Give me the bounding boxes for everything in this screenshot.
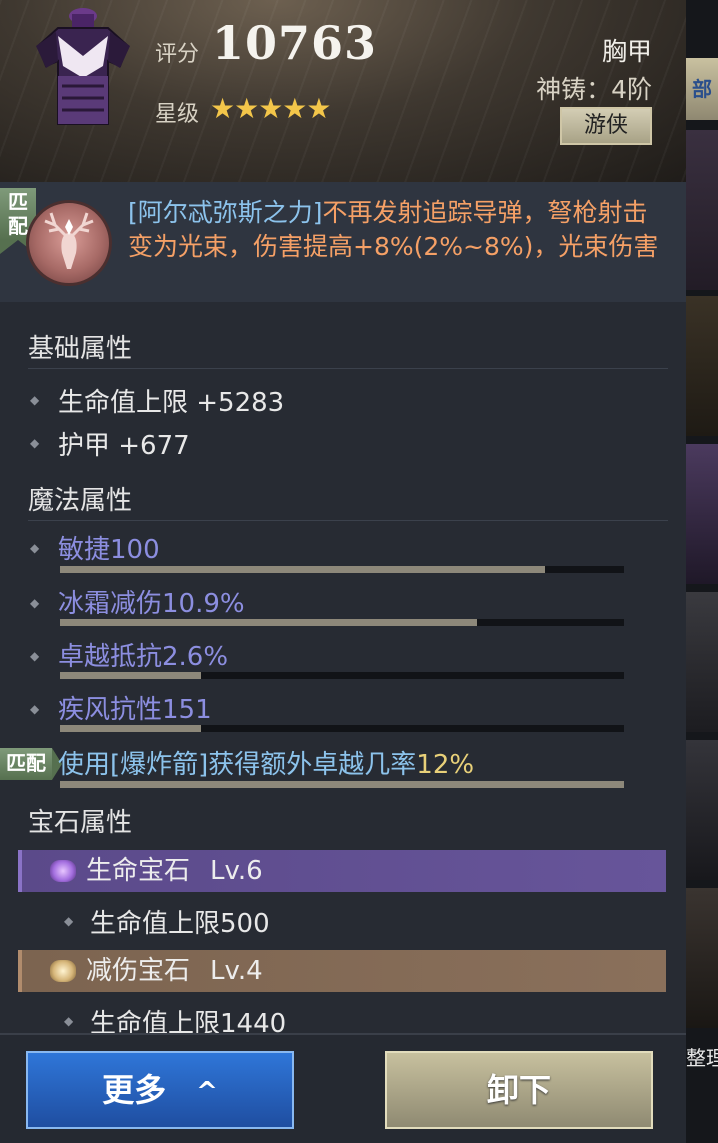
- attribute-roll-bar: [60, 725, 624, 732]
- class-badge-button[interactable]: 游侠: [560, 107, 652, 145]
- gem-attributes-title: 宝石属性: [28, 808, 133, 838]
- stag-emblem-icon: [26, 200, 112, 286]
- magic-attribute-frost-reduction: 冰霜减伤10.9%: [58, 589, 245, 619]
- base-attribute-hp: 生命值上限 +5283: [58, 388, 285, 418]
- gem-row-life[interactable]: 生命宝石 Lv.6: [18, 850, 666, 892]
- attribute-roll-fill: [60, 619, 478, 626]
- bullet-icon: ◆: [30, 436, 40, 450]
- score-label: 评分: [155, 42, 200, 67]
- inventory-slot[interactable]: [686, 130, 718, 290]
- gem-row-damage-reduction[interactable]: 减伤宝石 Lv.4: [18, 950, 666, 992]
- match-effect-bar: [60, 781, 624, 788]
- life-gem-icon: [50, 860, 76, 882]
- base-attribute-armor: 护甲 +677: [58, 431, 190, 461]
- magic-attributes-title: 魔法属性: [28, 486, 133, 516]
- attribute-roll-fill: [60, 725, 201, 732]
- attribute-roll-fill: [60, 566, 546, 573]
- bullet-icon: ◆: [30, 649, 40, 663]
- gem-name: 减伤宝石: [86, 956, 191, 986]
- stag-head-icon: [44, 212, 94, 269]
- gem-name: 生命宝石: [86, 856, 191, 886]
- bullet-icon: ◆: [30, 596, 40, 610]
- inventory-slot[interactable]: [686, 888, 718, 1028]
- chest-armor-icon: [36, 8, 130, 125]
- bullet-icon: ◆: [30, 393, 40, 407]
- base-attributes-title: 基础属性: [28, 334, 133, 364]
- inventory-slot[interactable]: [686, 296, 718, 436]
- forge-level: 神铸：4阶: [536, 75, 652, 104]
- attribute-roll-bar: [60, 619, 624, 626]
- divider: [28, 368, 668, 369]
- bullet-icon: ◆: [64, 914, 74, 928]
- unequip-button[interactable]: 卸下: [385, 1051, 653, 1129]
- match-tag: 匹配: [0, 748, 62, 780]
- set-bonus-text: [阿尔忒弥斯之力]不再发射追踪导弹，弩枪射击变为光束，伤害提高+8%(2%~8%…: [128, 196, 668, 264]
- set-name: [阿尔忒弥斯之力]: [128, 198, 323, 227]
- side-inventory-strip: 部 整理: [686, 0, 718, 1143]
- item-type: 胸甲: [601, 37, 652, 66]
- attribute-roll-bar: [60, 566, 624, 573]
- inventory-slot[interactable]: [686, 740, 718, 880]
- damage-reduction-gem-icon: [50, 960, 76, 982]
- bullet-icon: ◆: [30, 541, 40, 555]
- gem-level: Lv.6: [210, 856, 263, 886]
- star-label: 星级: [155, 102, 200, 127]
- side-tab[interactable]: 部: [686, 58, 718, 120]
- chevron-up-icon: ^: [196, 1077, 218, 1107]
- more-button[interactable]: 更多 ^: [26, 1051, 294, 1129]
- divider: [28, 520, 668, 521]
- magic-attribute-wind-resist: 疾风抗性151: [58, 695, 212, 725]
- gem-level: Lv.4: [210, 956, 263, 986]
- magic-attribute-excellent-resist: 卓越抵抗2.6%: [58, 642, 229, 672]
- match-effect-text: 使用[爆炸箭]获得额外卓越几率12%: [58, 744, 474, 781]
- score-value: 10763: [212, 16, 378, 70]
- attribute-roll-bar: [60, 672, 624, 679]
- magic-attribute-agility: 敏捷100: [58, 535, 160, 565]
- gem-stat: 生命值上限500: [90, 909, 270, 939]
- inventory-slot[interactable]: [686, 592, 718, 732]
- match-effect-label: 使用[爆炸箭]获得额外卓越几率: [58, 750, 417, 780]
- bullet-icon: ◆: [64, 1014, 74, 1028]
- organize-button[interactable]: 整理: [686, 1042, 718, 1082]
- bullet-icon: ◆: [30, 702, 40, 716]
- inventory-slot[interactable]: [686, 444, 718, 584]
- equipment-detail-panel: 评分 10763 星级 ★★★★★ 胸甲 神铸：4阶 游侠 匹配 [阿尔忒弥斯之…: [0, 0, 686, 1143]
- match-effect-value: 12%: [416, 750, 475, 780]
- star-rating: ★★★★★: [210, 92, 332, 125]
- attribute-roll-fill: [60, 672, 201, 679]
- match-tag-label: 匹配: [8, 190, 28, 238]
- more-button-label: 更多: [102, 1071, 167, 1109]
